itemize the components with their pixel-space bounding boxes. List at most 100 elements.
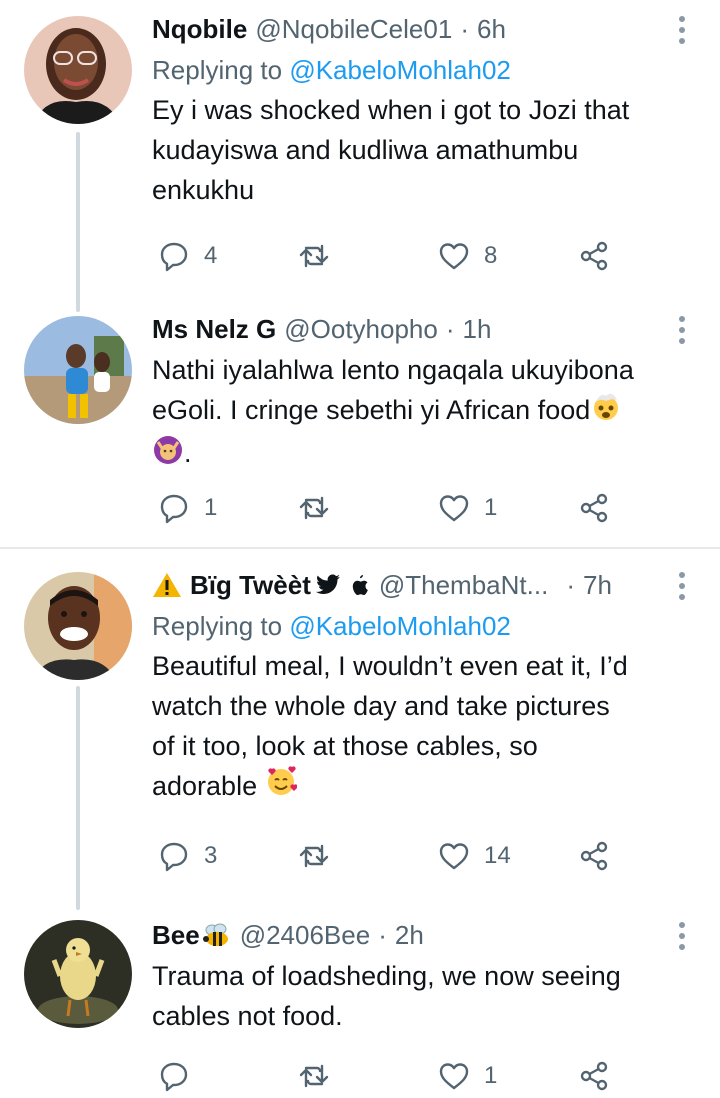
tweet-text-fragment: eGoli. I cringe sebethi yi African food — [152, 395, 591, 425]
replying-to-mention[interactable]: @KabeloMohlah02 — [289, 55, 511, 85]
user-handle[interactable]: @Ootyhopho — [284, 312, 438, 346]
tweet-text: Beautiful meal, I wouldn’t even eat it, … — [152, 646, 690, 809]
display-name[interactable]: Bee — [152, 918, 200, 952]
warning-emoji-icon — [153, 573, 181, 597]
reply-button[interactable]: 3 — [158, 836, 217, 876]
header-separator: · — [445, 314, 455, 344]
replying-to-mention[interactable]: @KabeloMohlah02 — [289, 611, 511, 641]
tweet-text-line: enkukhu — [152, 175, 255, 205]
apple-icon — [352, 575, 368, 596]
display-name[interactable]: Nqobile — [152, 12, 247, 46]
tweet-text-line: cables not food. — [152, 1001, 343, 1031]
smiling-face-with-hearts-emoji-icon — [265, 766, 298, 809]
exploding-head-emoji-icon — [590, 390, 622, 433]
avatar[interactable] — [24, 920, 132, 1028]
timestamp[interactable]: 2h — [395, 918, 424, 952]
reply-icon — [160, 842, 188, 872]
tweet-text-line: eGoli. I cringe sebethi yi African food — [152, 390, 690, 433]
retweet-button[interactable] — [298, 836, 344, 876]
woman-gesturing-emoji-icon — [152, 434, 184, 477]
reply-icon — [160, 494, 188, 524]
like-count: 14 — [484, 842, 511, 869]
avatar[interactable] — [24, 572, 132, 680]
tweet-text: Nathi iyalahlwa lento ngaqala ukuyibona … — [152, 350, 690, 477]
header-separator: · — [378, 920, 387, 950]
tweet-nqobile[interactable]: Nqobile @NqobileCele01 · 6h Replying to … — [0, 0, 720, 290]
user-handle[interactable]: @2406Bee — [240, 918, 371, 952]
like-count: 1 — [484, 494, 498, 521]
tweet-text-line: Trauma of loadsheding, we now seeing — [152, 961, 621, 991]
tweet-header: Nqobile @NqobileCele01 · 6h — [152, 12, 690, 46]
retweet-icon — [299, 1064, 329, 1088]
avatar-image — [24, 16, 132, 124]
avatar-image — [24, 316, 132, 424]
more-vertical-icon[interactable] — [678, 922, 686, 950]
display-name[interactable]: Ms Nelz G — [152, 312, 276, 346]
heart-icon — [439, 843, 469, 870]
tweet-header: Ms Nelz G @Ootyhopho · 1h — [152, 312, 690, 346]
share-icon — [580, 493, 608, 523]
avatar[interactable] — [24, 16, 132, 124]
tweet-text-line: watch the whole day and take pictures — [152, 691, 610, 721]
bird-icon — [315, 574, 340, 594]
like-button[interactable]: 8 — [438, 236, 497, 276]
heart-icon — [439, 495, 469, 522]
tweet-text: Ey i was shocked when i got to Jozi that… — [152, 90, 690, 210]
reply-button[interactable]: 1 — [158, 488, 217, 528]
thread-divider — [0, 547, 720, 549]
retweet-icon — [299, 844, 329, 868]
reply-button[interactable] — [158, 1056, 204, 1096]
like-button[interactable]: 1 — [438, 488, 497, 528]
tweet-text-line: Beautiful meal, I wouldn’t even eat it, … — [152, 651, 628, 681]
tweet-ms-nelz-g[interactable]: Ms Nelz G @Ootyhopho · 1h Nathi iyalahlw… — [0, 300, 720, 546]
reply-count: 1 — [204, 494, 218, 521]
reply-timeline: Nqobile @NqobileCele01 · 6h Replying to … — [0, 0, 720, 1098]
reply-button[interactable]: 4 — [158, 236, 217, 276]
tweet-content: Nqobile @NqobileCele01 · 6h Replying to … — [152, 12, 690, 210]
share-button[interactable] — [578, 1056, 610, 1096]
tweet-text-line: . — [152, 433, 690, 476]
user-handle[interactable]: @NqobileCele01 — [255, 12, 452, 46]
replying-to: Replying to @KabeloMohlah02 — [152, 608, 690, 644]
avatar-image — [24, 572, 132, 680]
retweet-button[interactable] — [298, 236, 344, 276]
tweet-text-line: adorable — [152, 766, 690, 809]
retweet-icon — [299, 244, 329, 268]
tweet-actions: 3 14 — [152, 836, 632, 876]
reply-count: 4 — [204, 242, 218, 269]
retweet-button[interactable] — [298, 1056, 344, 1096]
avatar[interactable] — [24, 316, 132, 424]
timestamp[interactable]: 6h — [477, 12, 506, 46]
tweet-bee[interactable]: Bee @2406Bee · 2h Trauma of loadsheding,… — [0, 906, 720, 1098]
tweet-text-line: of it too, look at those cables, so — [152, 731, 538, 761]
bee-emoji-icon — [202, 923, 228, 946]
display-name[interactable]: Bïg Twèèt — [190, 568, 311, 602]
tweet-text-line: Ey i was shocked when i got to Jozi that — [152, 95, 630, 125]
reply-count: 3 — [204, 842, 218, 869]
share-button[interactable] — [578, 488, 610, 528]
share-icon — [580, 241, 608, 271]
tweet-actions: 1 — [152, 1056, 632, 1096]
reply-icon — [160, 242, 188, 272]
reply-icon — [160, 1062, 188, 1092]
share-button[interactable] — [578, 236, 610, 276]
tweet-actions: 1 1 — [152, 488, 632, 528]
tweet-big-tweet[interactable]: Bïg Twèèt @ThembaNt... · 7h Replying to … — [0, 556, 720, 896]
more-vertical-icon[interactable] — [678, 572, 686, 600]
tweet-text: Trauma of loadsheding, we now seeing cab… — [152, 956, 690, 1036]
timestamp[interactable]: 1h — [463, 312, 492, 346]
more-vertical-icon[interactable] — [678, 316, 686, 344]
like-button[interactable]: 1 — [438, 1056, 497, 1096]
tweet-actions: 4 8 — [152, 236, 632, 276]
like-button[interactable]: 14 — [438, 836, 511, 876]
heart-icon — [439, 1063, 469, 1090]
more-vertical-icon[interactable] — [678, 16, 686, 44]
tweet-text-line: kudayiswa and kudliwa amathumbu — [152, 135, 579, 165]
retweet-button[interactable] — [298, 488, 344, 528]
timestamp[interactable]: 7h — [583, 568, 612, 602]
tweet-content: Ms Nelz G @Ootyhopho · 1h Nathi iyalahlw… — [152, 312, 690, 477]
replying-to-label: Replying to — [152, 55, 283, 85]
user-handle[interactable]: @ThembaNt... — [379, 568, 548, 602]
replying-to: Replying to @KabeloMohlah02 — [152, 52, 690, 88]
share-button[interactable] — [578, 836, 610, 876]
